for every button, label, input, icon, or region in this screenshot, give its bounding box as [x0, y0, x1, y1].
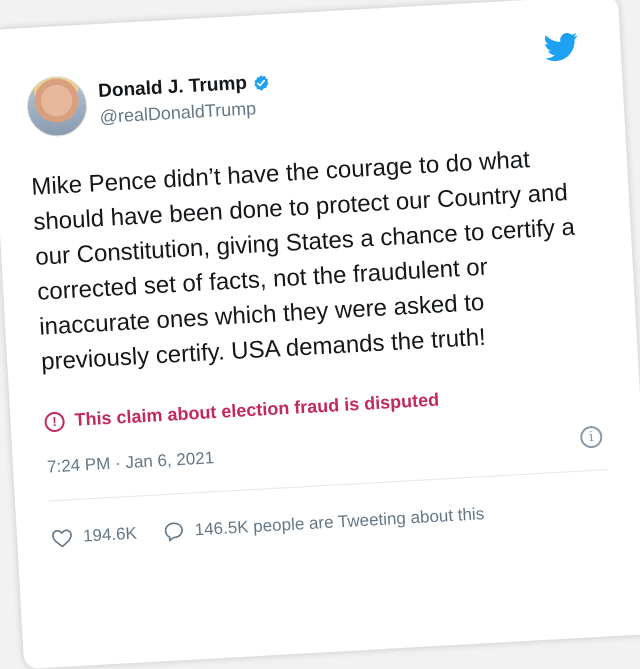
exclamation-circle-icon: !	[44, 410, 66, 433]
heart-icon	[52, 529, 72, 548]
tweeting-count: 146.5K people are Tweeting about this	[194, 504, 485, 540]
divider	[48, 469, 609, 502]
tweet-card: Donald J. Trump @realDonaldTrump Mike Pe…	[0, 0, 640, 669]
avatar[interactable]	[25, 74, 89, 139]
like-stat[interactable]: 194.6K	[51, 524, 138, 549]
verified-badge-icon	[254, 74, 269, 91]
display-name[interactable]: Donald J. Trump	[98, 72, 248, 102]
tweet-text: Mike Pence didn’t have the courage to do…	[30, 146, 576, 376]
speech-bubble-icon	[164, 522, 183, 542]
disputed-notice[interactable]: ! This claim about election fraud is dis…	[44, 380, 610, 433]
user-handle[interactable]: @realDonaldTrump	[99, 97, 272, 128]
engagement-stats: 194.6K 146.5K people are Tweeting about …	[50, 496, 616, 550]
like-count: 194.6K	[82, 523, 138, 546]
tweet-header: Donald J. Trump @realDonaldTrump	[25, 32, 595, 148]
twitter-bird-icon	[545, 32, 578, 62]
tweeting-stat[interactable]: 146.5K people are Tweeting about this	[162, 503, 485, 543]
user-names: Donald J. Trump @realDonaldTrump	[98, 71, 272, 128]
meta-row: 7:24 PM · Jan 6, 2021 i	[47, 425, 613, 479]
info-icon[interactable]: i	[579, 425, 603, 449]
disputed-label[interactable]: This claim about election fraud is dispu…	[74, 390, 440, 431]
timestamp[interactable]: 7:24 PM · Jan 6, 2021	[47, 448, 215, 477]
